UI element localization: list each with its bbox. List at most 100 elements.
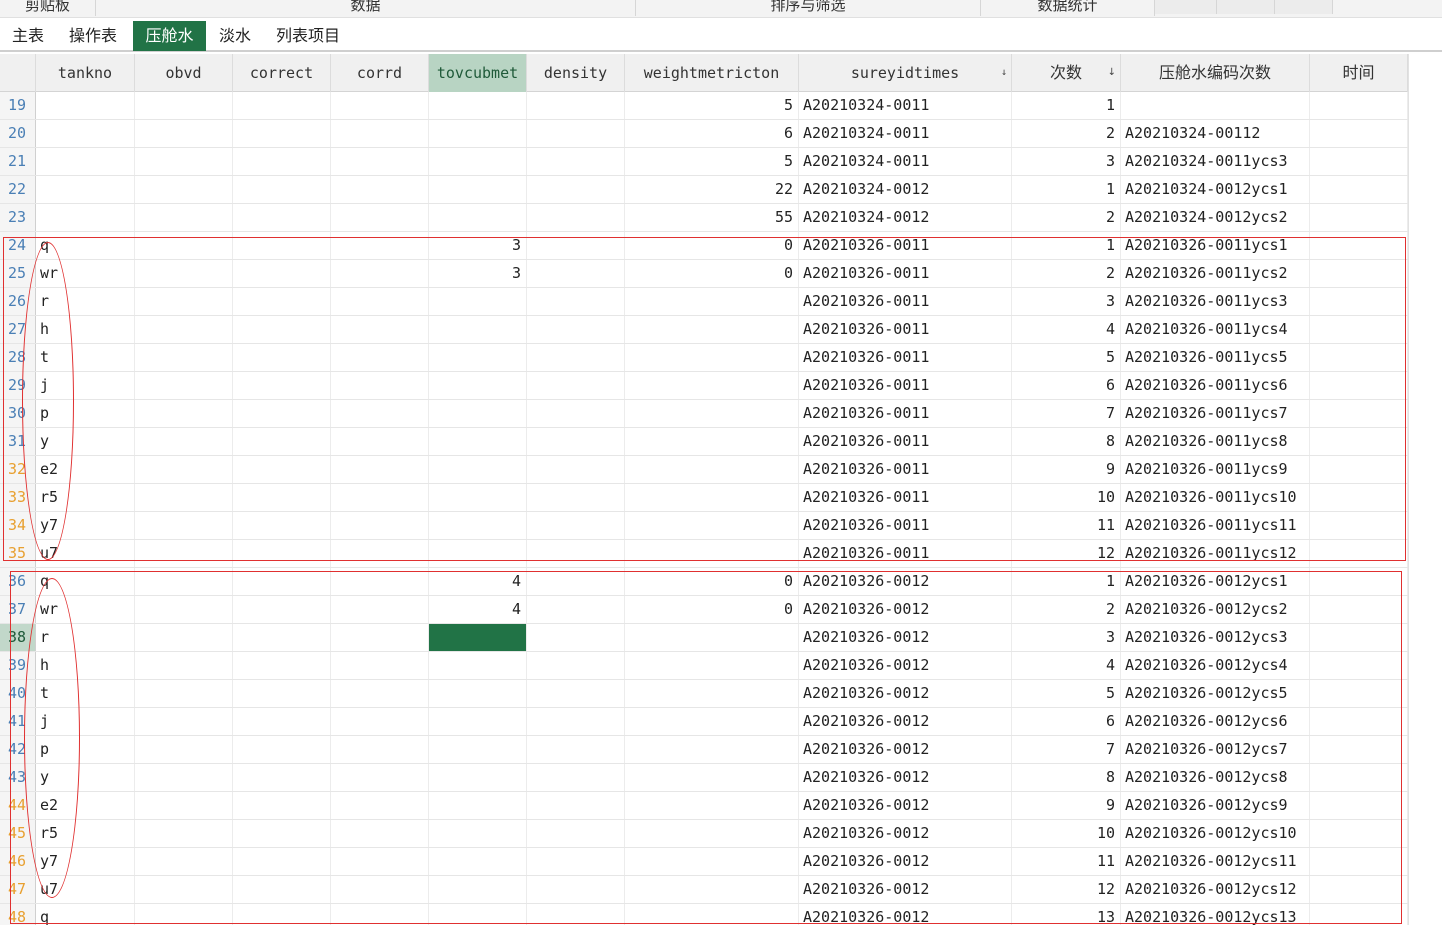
cell-code[interactable]: A20210326-0012ycs10 [1121,820,1310,847]
cell-corrd[interactable] [331,204,429,231]
cell-count[interactable]: 10 [1012,820,1121,847]
cell-obvd[interactable] [135,232,233,259]
cell-correct[interactable] [233,176,331,203]
tab-list-items[interactable]: 列表项目 [266,21,350,51]
row-number[interactable]: 33 [0,484,36,511]
cell-time[interactable] [1310,288,1408,315]
table-row[interactable]: 43 y A20210326-0012 8 A20210326-0012ycs8 [0,764,1408,792]
cell-tovcubmet[interactable] [429,652,527,679]
cell-correct[interactable] [233,372,331,399]
table-row[interactable]: 39 h A20210326-0012 4 A20210326-0012ycs4 [0,652,1408,680]
cell-time[interactable] [1310,512,1408,539]
cell-density[interactable] [527,120,625,147]
cell-weightmetricton[interactable] [625,316,799,343]
cell-corrd[interactable] [331,428,429,455]
cell-count[interactable]: 1 [1012,568,1121,595]
cell-correct[interactable] [233,400,331,427]
column-header-tankno[interactable]: tankno [36,54,135,92]
row-number[interactable]: 22 [0,176,36,203]
sort-descending-icon[interactable]: ↓ [1001,54,1007,92]
cell-corrd[interactable] [331,120,429,147]
cell-density[interactable] [527,512,625,539]
cell-weightmetricton[interactable]: 55 [625,204,799,231]
cell-sureyidtimes[interactable]: A20210326-0011 [799,260,1012,287]
cell-weightmetricton[interactable] [625,456,799,483]
cell-corrd[interactable] [331,400,429,427]
cell-sureyidtimes[interactable]: A20210324-0012 [799,176,1012,203]
cell-corrd[interactable] [331,680,429,707]
column-header-weightmetricton[interactable]: weightmetricton [625,54,799,92]
cell-time[interactable] [1310,372,1408,399]
cell-count[interactable]: 6 [1012,372,1121,399]
cell-tovcubmet[interactable] [429,792,527,819]
cell-code[interactable]: A20210326-0012ycs13 [1121,904,1310,925]
table-row[interactable]: 41 j A20210326-0012 6 A20210326-0012ycs6 [0,708,1408,736]
cell-tankno[interactable]: j [36,372,135,399]
table-row[interactable]: 19 5 A20210324-0011 1 [0,92,1408,120]
cell-density[interactable] [527,820,625,847]
cell-tankno[interactable]: r [36,288,135,315]
sort-descending-icon[interactable]: ↓ [1108,54,1116,92]
cell-tovcubmet[interactable] [429,148,527,175]
cell-weightmetricton[interactable] [625,820,799,847]
cell-code[interactable] [1121,92,1310,119]
row-number[interactable]: 23 [0,204,36,231]
cell-corrd[interactable] [331,792,429,819]
cell-tovcubmet[interactable] [429,876,527,903]
table-row[interactable]: 30 p A20210326-0011 7 A20210326-0011ycs7 [0,400,1408,428]
table-row[interactable]: 32 e2 A20210326-0011 9 A20210326-0011ycs9 [0,456,1408,484]
cell-obvd[interactable] [135,288,233,315]
cell-weightmetricton[interactable] [625,484,799,511]
cell-time[interactable] [1310,736,1408,763]
cell-time[interactable] [1310,904,1408,925]
cell-tovcubmet[interactable] [429,456,527,483]
table-row[interactable]: 26 r A20210326-0011 3 A20210326-0011ycs3 [0,288,1408,316]
cell-sureyidtimes[interactable]: A20210326-0012 [799,568,1012,595]
cell-tovcubmet[interactable] [429,344,527,371]
cell-obvd[interactable] [135,904,233,925]
cell-time[interactable] [1310,540,1408,567]
cell-obvd[interactable] [135,680,233,707]
table-row[interactable]: 44 e2 A20210326-0012 9 A20210326-0012ycs9 [0,792,1408,820]
cell-tankno[interactable]: q [36,904,135,925]
row-number[interactable]: 26 [0,288,36,315]
cell-tovcubmet[interactable] [429,484,527,511]
cell-time[interactable] [1310,456,1408,483]
cell-count[interactable]: 12 [1012,876,1121,903]
cell-weightmetricton[interactable] [625,512,799,539]
cell-correct[interactable] [233,456,331,483]
cell-correct[interactable] [233,540,331,567]
cell-density[interactable] [527,736,625,763]
cell-sureyidtimes[interactable]: A20210326-0012 [799,736,1012,763]
cell-density[interactable] [527,288,625,315]
cell-corrd[interactable] [331,260,429,287]
column-header-corrd[interactable]: corrd [331,54,429,92]
cell-obvd[interactable] [135,540,233,567]
cell-tovcubmet[interactable] [429,904,527,925]
cell-density[interactable] [527,624,625,651]
cell-sureyidtimes[interactable]: A20210324-0011 [799,120,1012,147]
cell-time[interactable] [1310,148,1408,175]
cell-sureyidtimes[interactable]: A20210326-0011 [799,540,1012,567]
cell-density[interactable] [527,652,625,679]
cell-corrd[interactable] [331,372,429,399]
cell-sureyidtimes[interactable]: A20210326-0012 [799,680,1012,707]
row-number[interactable]: 45 [0,820,36,847]
cell-tankno[interactable]: r5 [36,820,135,847]
cell-density[interactable] [527,316,625,343]
cell-obvd[interactable] [135,792,233,819]
row-number[interactable]: 41 [0,708,36,735]
cell-tankno[interactable]: t [36,344,135,371]
cell-obvd[interactable] [135,148,233,175]
cell-corrd[interactable] [331,484,429,511]
cell-code[interactable]: A20210324-0012ycs1 [1121,176,1310,203]
cell-code[interactable]: A20210326-0011ycs7 [1121,400,1310,427]
cell-obvd[interactable] [135,820,233,847]
cell-correct[interactable] [233,204,331,231]
cell-corrd[interactable] [331,904,429,925]
cell-obvd[interactable] [135,708,233,735]
cell-correct[interactable] [233,652,331,679]
table-row[interactable]: 28 t A20210326-0011 5 A20210326-0011ycs5 [0,344,1408,372]
cell-obvd[interactable] [135,848,233,875]
cell-correct[interactable] [233,876,331,903]
